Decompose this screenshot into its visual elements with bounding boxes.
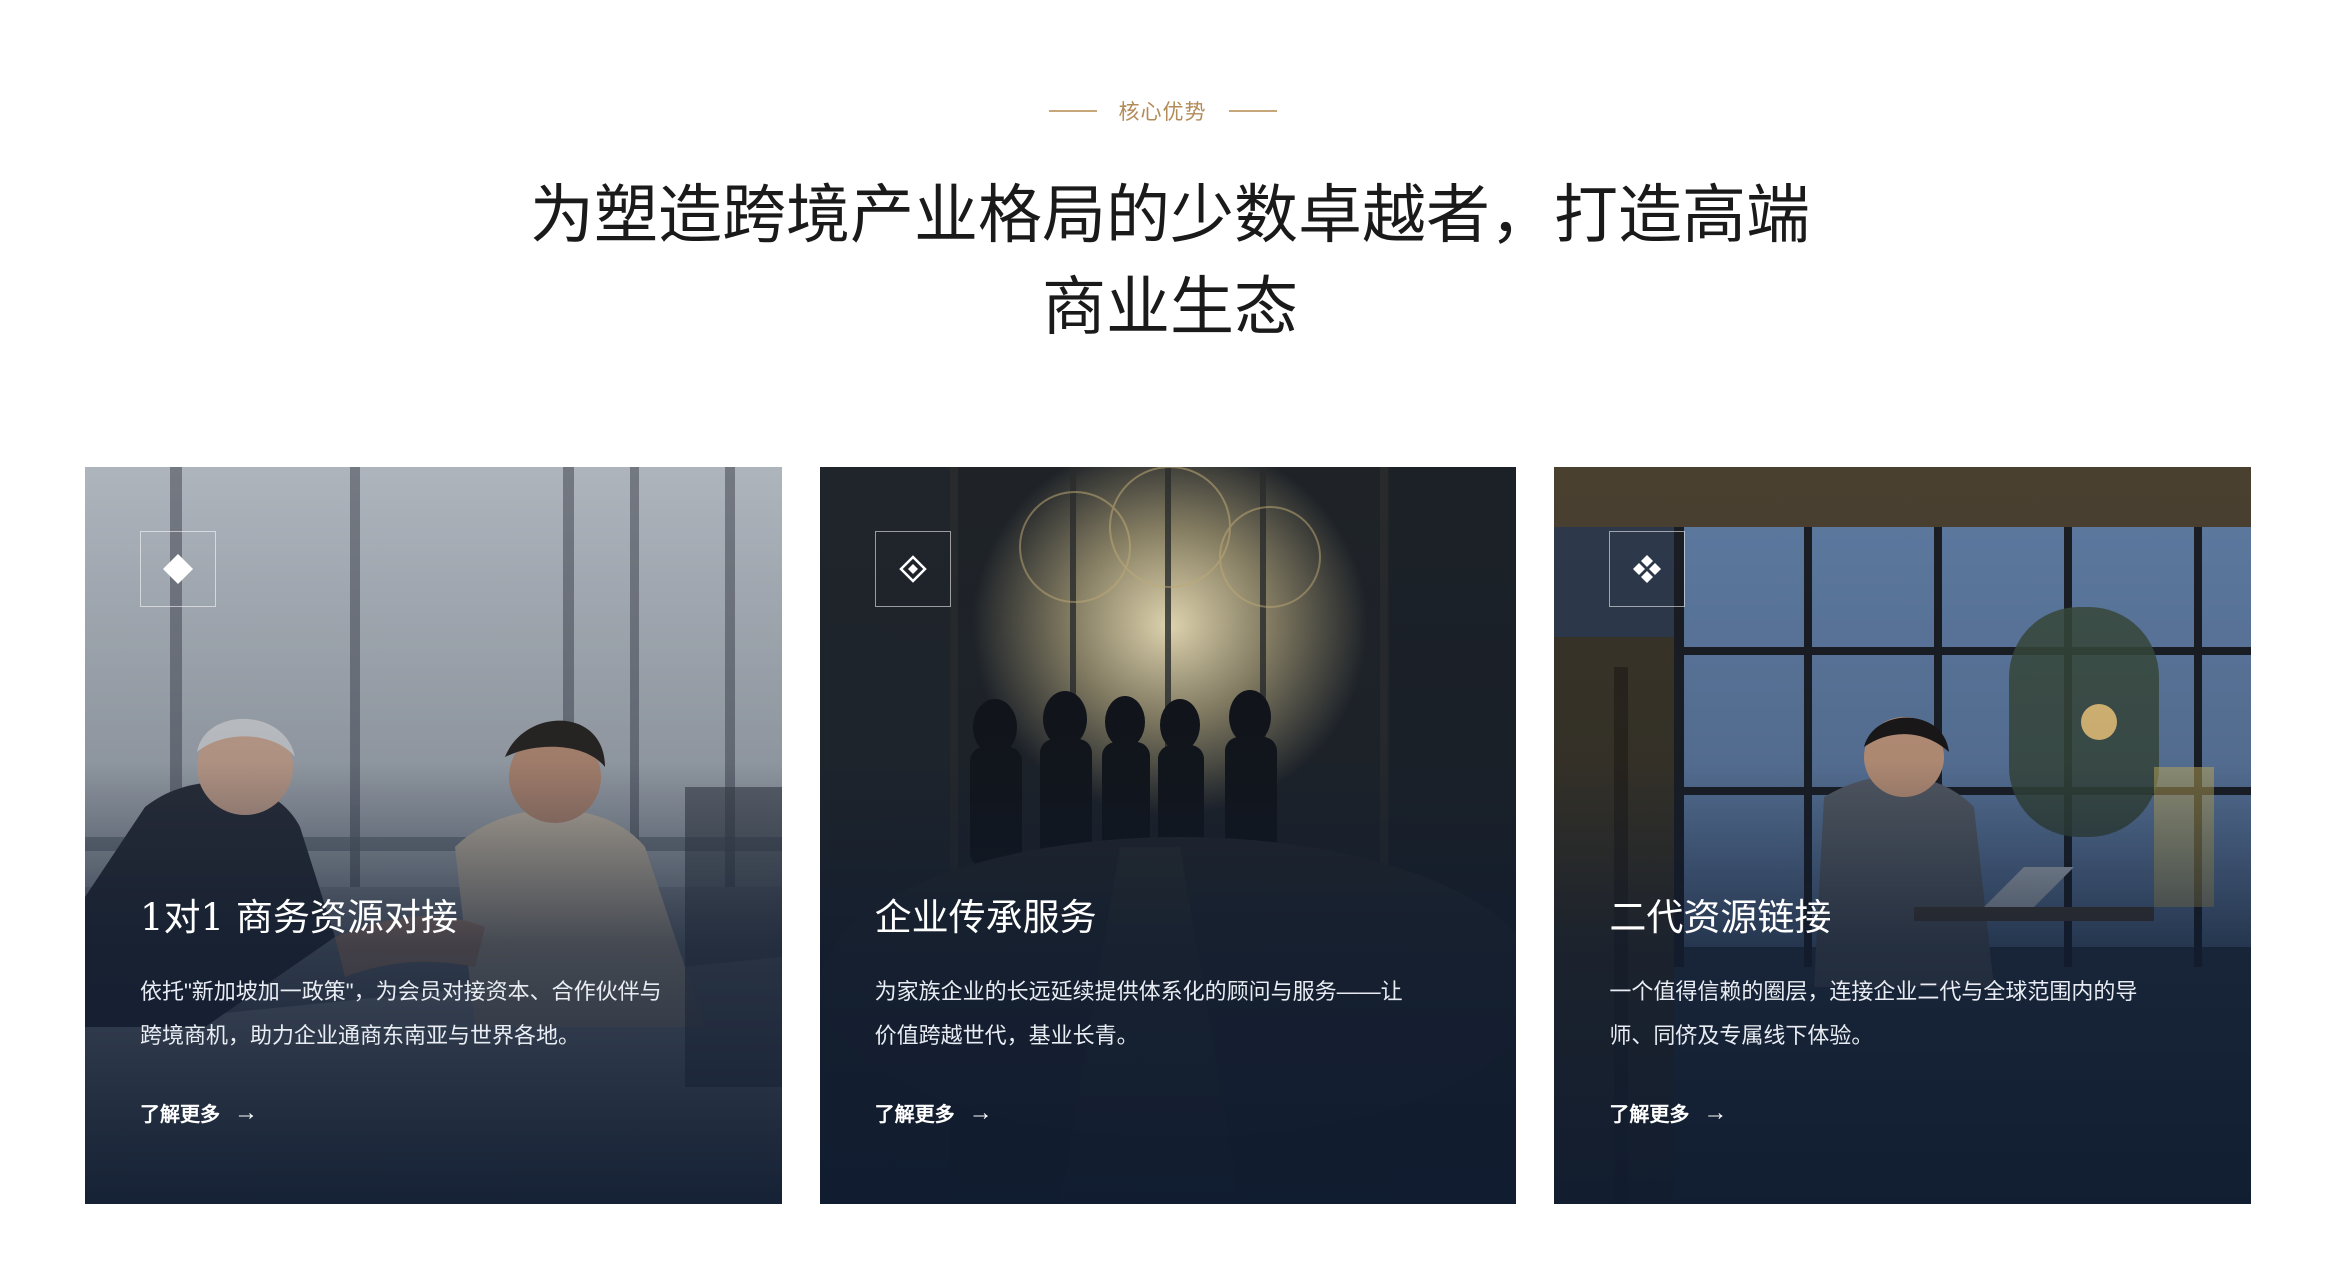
card-title: 企业传承服务 [874, 896, 1097, 939]
eyebrow-rule-left [1048, 110, 1097, 112]
headline-line-1: 为塑造跨境产业格局的少数卓越者，打造高端 [530, 179, 1810, 253]
card-description-line: 依托"新加坡加一政策"，为会员对接资本、合作伙伴与 [140, 979, 662, 1004]
card-title: 1对1 商务资源对接 [140, 896, 458, 939]
learn-more-label: 了解更多 [874, 1104, 955, 1126]
learn-more-link[interactable]: 了解更多 → [1609, 1098, 1727, 1127]
arrow-right-icon: → [1703, 1098, 1728, 1126]
card-next-gen-network[interactable]: 二代资源链接 一个值得信赖的圈层，连接企业二代与全球范围内的导 师、同侪及专属线… [1554, 467, 2252, 1204]
card-succession-service[interactable]: 企业传承服务 为家族企业的长远延续提供体系化的顾问与服务——让 价值跨越世代，基… [819, 467, 1517, 1204]
learn-more-label: 了解更多 [140, 1104, 220, 1126]
card-description: 依托"新加坡加一政策"，为会员对接资本、合作伙伴与 跨境商机，助力企业通商东南亚… [140, 970, 730, 1058]
arrow-right-icon: → [968, 1098, 993, 1126]
card-description-line: 一个值得信赖的圈层，连接企业二代与全球范围内的导 [1609, 979, 2138, 1004]
section-eyebrow: 核心优势 [0, 96, 2325, 126]
eyebrow-label: 核心优势 [1118, 101, 1207, 124]
section-headline: 为塑造跨境产业格局的少数卓越者，打造高端 商业生态 [420, 170, 1920, 354]
card-title: 二代资源链接 [1609, 896, 1832, 939]
nested-diamond-icon [874, 531, 951, 607]
four-diamonds-icon [1609, 531, 1686, 607]
diamond-icon [140, 531, 216, 607]
headline-line-2: 商业生态 [1042, 271, 1298, 345]
card-description: 一个值得信赖的圈层，连接企业二代与全球范围内的导 师、同侪及专属线下体验。 [1609, 970, 2199, 1058]
advantage-cards: 1对1 商务资源对接 依托"新加坡加一政策"，为会员对接资本、合作伙伴与 跨境商… [85, 467, 2252, 1204]
card-business-matching[interactable]: 1对1 商务资源对接 依托"新加坡加一政策"，为会员对接资本、合作伙伴与 跨境商… [85, 467, 782, 1204]
card-description-line: 为家族企业的长远延续提供体系化的顾问与服务——让 [874, 979, 1403, 1004]
eyebrow-rule-right [1228, 110, 1277, 112]
arrow-right-icon: → [234, 1098, 258, 1126]
card-description: 为家族企业的长远延续提供体系化的顾问与服务——让 价值跨越世代，基业长青。 [875, 970, 1465, 1058]
card-description-line: 师、同侪及专属线下体验。 [1609, 1023, 1874, 1048]
core-advantages-section: 核心优势 为塑造跨境产业格局的少数卓越者，打造高端 商业生态 1对1 商务资源对… [0, 0, 2325, 1277]
card-description-line: 价值跨越世代，基业长青。 [874, 1023, 1139, 1048]
card-description-line: 跨境商机，助力企业通商东南亚与世界各地。 [140, 1023, 581, 1048]
learn-more-label: 了解更多 [1609, 1104, 1690, 1126]
learn-more-link[interactable]: 了解更多 → [140, 1098, 258, 1127]
learn-more-link[interactable]: 了解更多 → [875, 1098, 993, 1127]
